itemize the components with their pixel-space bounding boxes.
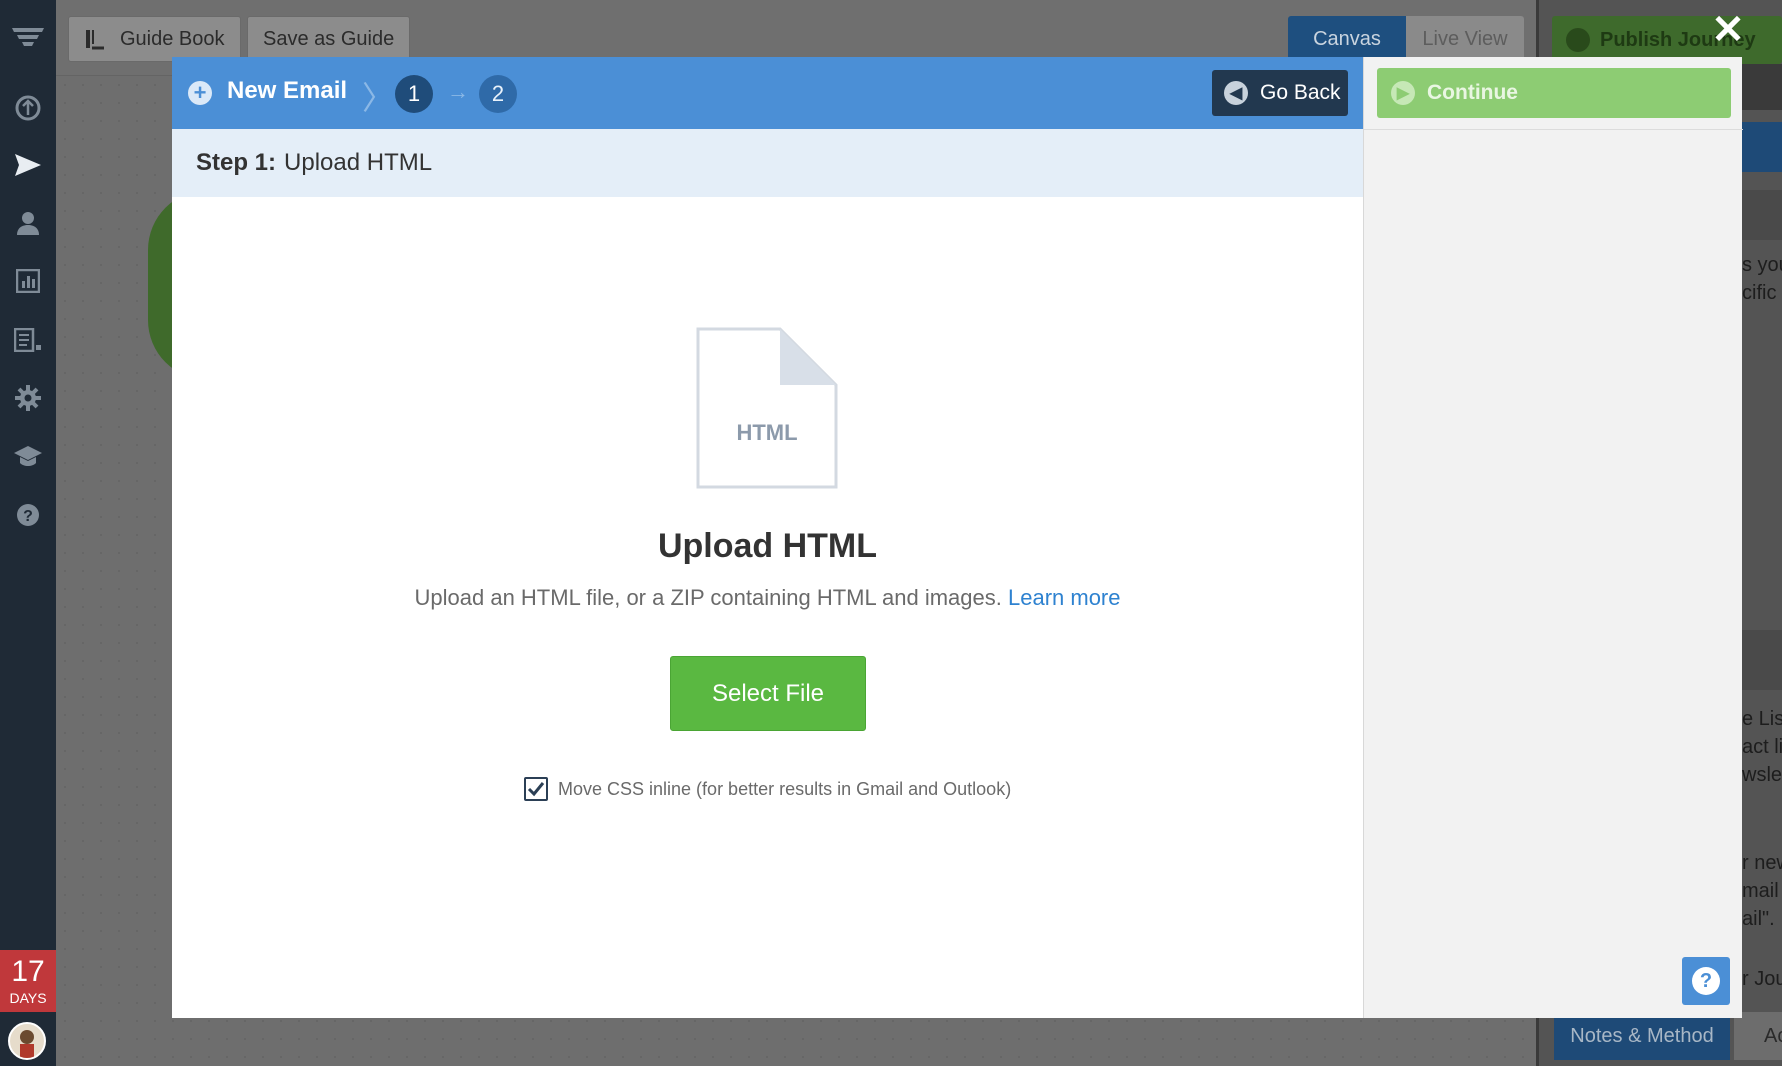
- right-panel-blue-band: [1742, 122, 1782, 172]
- journey-icon[interactable]: [0, 88, 56, 128]
- back-arrow-icon: ◀: [1224, 81, 1248, 105]
- guide-book-label: Guide Book: [120, 27, 225, 50]
- step-indicator-2: 2: [479, 75, 517, 113]
- right-panel-text: r new: [1742, 852, 1782, 874]
- divider: [1364, 129, 1743, 130]
- right-panel-text: cific: [1742, 282, 1777, 304]
- upload-description-text: Upload an HTML file, or a ZIP containing…: [414, 585, 1002, 610]
- left-nav: ? 17 DAYS: [0, 0, 56, 1066]
- upload-title: Upload HTML: [657, 527, 878, 565]
- right-panel-dark-band-2: [1742, 630, 1782, 690]
- chevron-right-icon: 〉: [362, 80, 395, 116]
- modal-header: + New Email 〉 1 → 2 ◀ Go Back: [172, 57, 1363, 129]
- right-panel-text: wslet: [1742, 764, 1782, 786]
- settings-icon[interactable]: [0, 378, 56, 418]
- right-panel-text: r Jou: [1742, 968, 1782, 990]
- save-as-guide-label: Save as Guide: [263, 27, 395, 50]
- save-as-guide-button[interactable]: Save as Guide: [247, 16, 411, 62]
- step-bar-title: Upload HTML: [284, 149, 433, 176]
- tab-activity[interactable]: Ac: [1734, 1012, 1782, 1060]
- help-icon[interactable]: ?: [0, 495, 56, 535]
- trial-days-badge[interactable]: 17 DAYS: [0, 950, 56, 1012]
- right-panel-text: e List: [1742, 708, 1782, 730]
- trial-days-label: DAYS: [9, 990, 47, 1006]
- right-panel-text: mail: [1742, 880, 1779, 902]
- right-panel-text: ail".: [1742, 908, 1775, 930]
- send-icon[interactable]: [0, 145, 56, 185]
- tab-live-view[interactable]: Live View: [1406, 16, 1524, 62]
- go-back-button[interactable]: ◀ Go Back: [1212, 70, 1348, 116]
- contacts-icon[interactable]: [0, 203, 56, 243]
- book-icon: [84, 28, 106, 50]
- plus-circle-icon: +: [188, 81, 212, 105]
- checkmark-icon: [527, 782, 545, 797]
- tab-notes-method[interactable]: Notes & Method: [1554, 1012, 1730, 1060]
- select-file-button[interactable]: Select File: [670, 656, 866, 731]
- right-panel-dark-band: [1742, 190, 1782, 240]
- go-back-label: Go Back: [1260, 81, 1341, 104]
- step-indicator-1: 1: [395, 75, 433, 113]
- question-icon: ?: [1692, 967, 1720, 995]
- right-panel-text: act li: [1742, 736, 1782, 758]
- content-icon[interactable]: [0, 320, 56, 360]
- trial-days-number: 17: [11, 955, 45, 988]
- inline-css-option[interactable]: Move CSS inline (for better results in G…: [524, 777, 1011, 801]
- help-button[interactable]: ?: [1682, 957, 1730, 1005]
- guide-book-button[interactable]: Guide Book: [68, 16, 241, 62]
- modal-side-column: ▶ Continue: [1363, 57, 1743, 1018]
- inline-css-checkbox[interactable]: [524, 777, 548, 801]
- avatar[interactable]: [8, 1022, 46, 1060]
- continue-label: Continue: [1427, 81, 1518, 104]
- right-panel-text: s you: [1742, 254, 1782, 276]
- file-icon-label: HTML: [736, 420, 798, 445]
- modal-title: New Email: [227, 77, 348, 104]
- reports-icon[interactable]: [0, 261, 56, 301]
- learn-icon[interactable]: [0, 437, 56, 477]
- new-email-modal: + New Email 〉 1 → 2 ◀ Go Back Step 1: Up…: [172, 57, 1743, 1018]
- upload-description: Upload an HTML file, or a ZIP containing…: [172, 585, 1363, 611]
- arrow-right-icon: →: [447, 79, 469, 104]
- tab-canvas[interactable]: Canvas: [1288, 16, 1406, 62]
- continue-arrow-icon: ▶: [1391, 81, 1415, 105]
- continue-button[interactable]: ▶ Continue: [1377, 68, 1731, 118]
- learn-more-link[interactable]: Learn more: [1008, 585, 1121, 610]
- inline-css-label: Move CSS inline (for better results in G…: [558, 778, 1012, 799]
- html-file-icon: [696, 327, 838, 489]
- step-bar: Step 1: Upload HTML: [172, 129, 1363, 197]
- step-bar-number: Step 1:: [196, 149, 277, 176]
- svg-text:?: ?: [23, 508, 33, 525]
- right-panel-band: [1742, 64, 1782, 110]
- menu-icon[interactable]: [0, 16, 56, 56]
- publish-icon: [1566, 28, 1590, 52]
- close-icon[interactable]: ✕: [1710, 10, 1746, 50]
